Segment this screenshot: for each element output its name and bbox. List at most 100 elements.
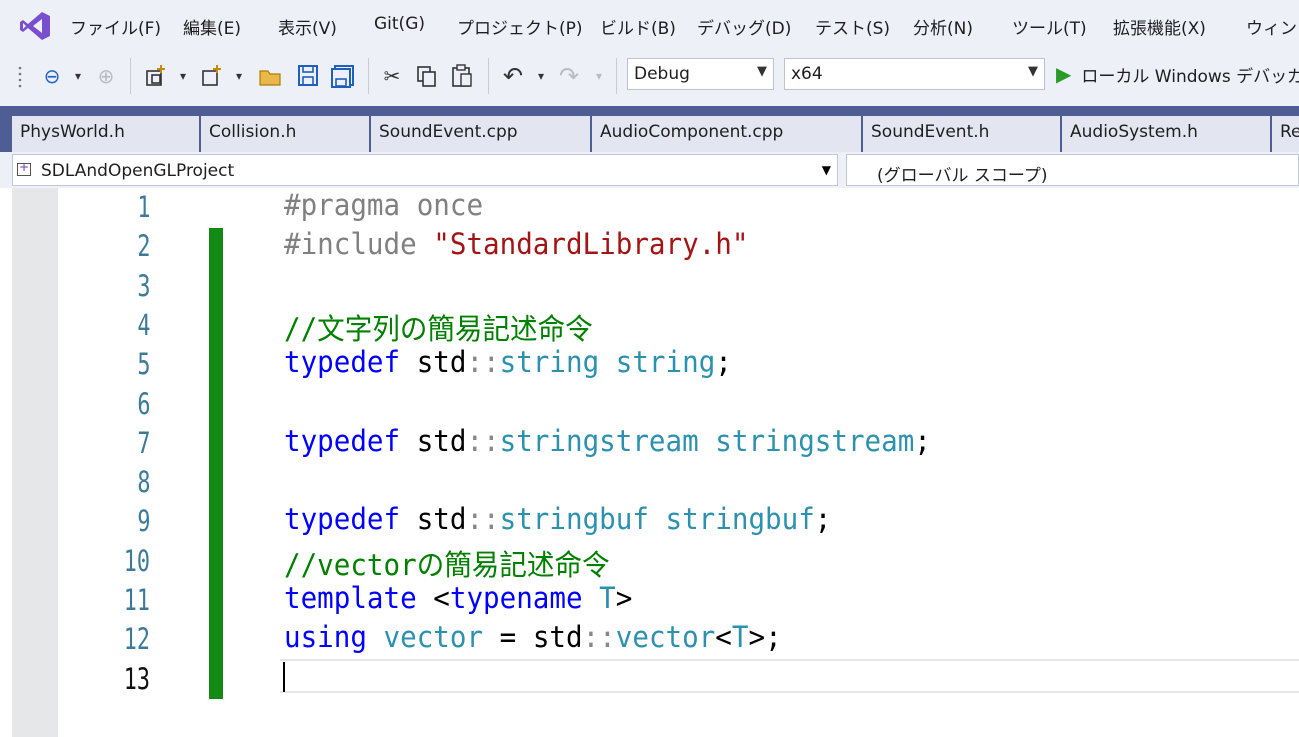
tab-physworld-h[interactable]: PhysWorld.h [12,116,201,152]
code-token: :: [466,423,500,458]
menu-bar: ファイル(F) 編集(E) 表示(V) Git(G) プロジェクト(P) ビルド… [0,0,1299,50]
line-number: 6 [136,386,150,421]
navigation-bar: SDLAndOpenGLProject ▼ (グローバル スコープ) [0,152,1299,188]
tab-overflow[interactable]: Re [1272,116,1299,152]
save-icon[interactable] [296,63,320,89]
menu-extensions[interactable]: 拡張機能(X) [1113,14,1206,39]
code-line[interactable]: typedef std::string string; [284,345,732,379]
undo-dropdown-icon[interactable]: ▾ [534,63,548,89]
menu-test[interactable]: テスト(S) [815,14,890,39]
line-number: 10 [123,543,150,578]
indicator-margin[interactable] [12,188,58,737]
code-token: "StandardLibrary.h" [433,227,749,262]
menu-git[interactable]: Git(G) [374,14,425,34]
line-number: 9 [136,504,150,539]
menu-analyze[interactable]: 分析(N) [913,14,973,39]
code-token: vector [615,620,716,655]
tab-collision-h[interactable]: Collision.h [201,116,371,152]
code-token: ; [914,423,931,458]
code-token: < [715,620,732,655]
scope-name: (グローバル スコープ) [877,166,1048,186]
tab-audiocomponent-cpp[interactable]: AudioComponent.cpp [592,116,863,152]
code-line[interactable]: //vectorの簡易記述命令 [284,542,610,584]
new-project-dropdown-icon[interactable]: ▾ [176,63,190,89]
add-item-dropdown-icon[interactable]: ▾ [232,63,246,89]
code-token: std [400,423,467,458]
code-token: #include [284,227,434,262]
code-token: T [731,620,749,655]
code-editor[interactable]: 1 2 3 4 5 6 7 8 9 10 11 12 13 #pragma once #include "… [0,188,1299,737]
line-number: 5 [136,347,150,382]
redo-icon[interactable]: ↷ [556,62,582,90]
back-dropdown-icon[interactable]: ▾ [70,63,86,89]
menu-debug[interactable]: デバッグ(D) [697,14,791,39]
tab-audiosystem-h[interactable]: AudioSystem.h [1062,116,1272,152]
undo-icon[interactable]: ↶ [500,62,526,90]
cut-icon[interactable]: ✂ [380,63,404,89]
solution-configuration-select[interactable]: Debug ▼ [627,58,774,90]
code-token: std [400,502,467,537]
code-line[interactable]: //文字列の簡易記述命令 [284,306,593,348]
menu-file[interactable]: ファイル(F) [70,14,161,39]
toolbar-grip-icon[interactable] [16,64,24,90]
code-token: using [284,620,367,655]
navigate-forward-icon[interactable]: ⊕ [92,63,120,89]
code-token: stringstream [499,423,699,458]
tab-soundevent-h[interactable]: SoundEvent.h [863,116,1062,152]
save-all-icon[interactable] [330,63,356,89]
navigate-back-icon[interactable]: ⊖ [38,63,66,89]
tab-soundevent-cpp[interactable]: SoundEvent.cpp [371,116,592,152]
code-line[interactable]: typedef std::stringstream stringstream; [284,424,931,458]
redo-dropdown-icon[interactable]: ▾ [592,63,606,89]
code-token: //vectorの簡易記述命令 [284,547,610,582]
code-token: < [416,581,450,615]
change-tracking-bar [209,228,223,699]
chevron-down-icon: ▼ [757,64,767,79]
code-line[interactable]: #include "StandardLibrary.h" [284,227,748,261]
line-number: 8 [136,465,150,500]
project-select[interactable]: SDLAndOpenGLProject ▼ [12,154,838,186]
code-line[interactable]: typedef std::stringbuf stringbuf; [284,502,831,536]
project-name: SDLAndOpenGLProject [41,161,235,181]
code-line[interactable]: #pragma once [284,188,483,222]
solution-platform-select[interactable]: x64 ▼ [784,58,1045,90]
paste-icon[interactable] [450,63,476,89]
code-token: typedef [284,502,401,537]
scope-select[interactable]: (グローバル スコープ) [846,154,1299,186]
line-number-gutter[interactable]: 1 2 3 4 5 6 7 8 9 10 11 12 13 [58,188,158,737]
code-token: typedef [284,423,401,458]
code-token: typedef [284,345,401,380]
play-icon: ▶ [1056,62,1072,86]
line-number: 11 [123,583,150,617]
code-token: //文字列の簡易記述命令 [284,311,593,346]
line-number: 13 [123,661,150,696]
menu-project[interactable]: プロジェクト(P) [457,14,583,39]
code-token: :: [466,345,500,380]
open-folder-icon[interactable] [258,63,284,89]
code-token: ; [814,502,832,537]
menu-window[interactable]: ウィンドウ [1246,14,1299,39]
menu-build[interactable]: ビルド(B) [600,14,676,39]
code-line[interactable]: using vector = std::vector<T>; [284,620,782,654]
toolbar-separator [368,58,369,94]
code-token: stringbuf [665,502,815,537]
copy-icon[interactable] [414,63,440,89]
start-debugging-button[interactable]: ▶ ローカル Windows デバッガー [1056,60,1299,88]
code-token: :: [466,502,500,537]
toolbar-separator [130,58,131,94]
code-token: :: [582,620,616,655]
code-token: string [499,345,600,380]
menu-edit[interactable]: 編集(E) [183,14,241,39]
new-project-icon[interactable] [144,63,170,89]
add-item-icon[interactable] [200,63,226,89]
code-token: stringstream [715,423,915,458]
toolbar-separator [616,58,617,94]
code-line[interactable]: template <typename T> [284,581,632,615]
visual-studio-logo-icon[interactable] [18,10,52,42]
line-number: 7 [136,425,150,460]
text-caret [283,662,285,692]
menu-view[interactable]: 表示(V) [278,14,337,39]
menu-tools[interactable]: ツール(T) [1012,14,1087,39]
